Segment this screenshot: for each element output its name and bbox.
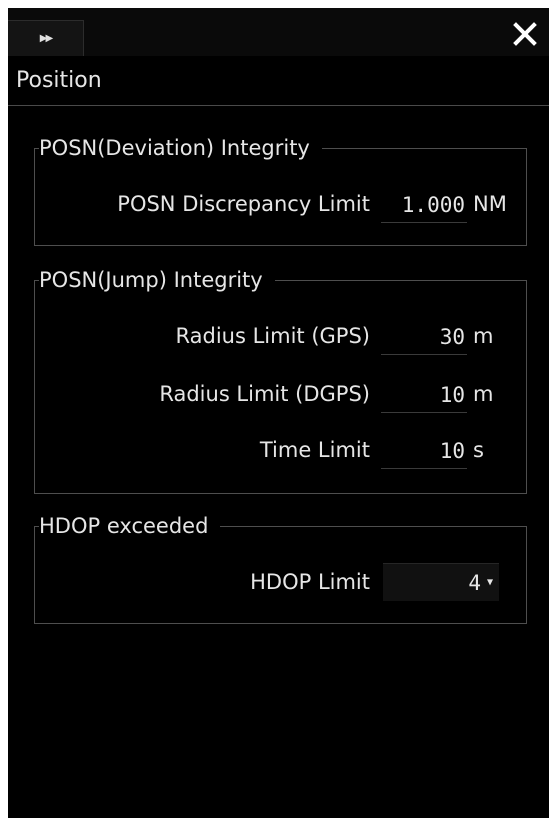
title-bar: ▶▶ xyxy=(8,8,549,56)
position-panel: ▶▶ Position POSN(Deviation) Integrity PO… xyxy=(8,8,549,818)
close-icon xyxy=(513,22,537,46)
title-divider xyxy=(8,105,549,106)
panel-title: Position xyxy=(16,68,102,93)
posn-discrepancy-limit-unit: NM xyxy=(473,192,507,216)
time-limit-input[interactable]: 10 xyxy=(381,433,467,469)
hdop-exceeded-legend: HDOP exceeded xyxy=(39,513,221,539)
hdop-limit-label: HDOP Limit xyxy=(250,570,370,594)
hdop-exceeded-group: HDOP exceeded HDOP Limit 4 ▼ xyxy=(34,513,527,624)
double-chevron-right-icon: ▶▶ xyxy=(39,33,53,44)
radius-limit-dgps-unit: m xyxy=(473,382,494,406)
hdop-limit-select[interactable]: 4 ▼ xyxy=(383,563,499,601)
posn-discrepancy-limit-label: POSN Discrepancy Limit xyxy=(117,192,370,216)
posn-discrepancy-limit-input[interactable]: 1.000 xyxy=(381,187,467,223)
jump-integrity-legend: POSN(Jump) Integrity xyxy=(39,267,275,293)
jump-integrity-group: POSN(Jump) Integrity Radius Limit (GPS) … xyxy=(34,267,527,494)
deviation-integrity-group: POSN(Deviation) Integrity POSN Discrepan… xyxy=(34,135,527,246)
hdop-limit-value: 4 xyxy=(468,570,481,595)
radius-limit-dgps-input[interactable]: 10 xyxy=(381,377,467,413)
deviation-integrity-legend: POSN(Deviation) Integrity xyxy=(39,135,322,161)
close-button[interactable] xyxy=(509,18,541,50)
radius-limit-dgps-label: Radius Limit (DGPS) xyxy=(159,382,370,406)
time-limit-unit: s xyxy=(473,438,484,462)
expand-button[interactable]: ▶▶ xyxy=(8,20,84,56)
radius-limit-gps-input[interactable]: 30 xyxy=(381,319,467,355)
radius-limit-gps-unit: m xyxy=(473,324,494,348)
dropdown-caret-icon: ▼ xyxy=(486,577,493,588)
time-limit-label: Time Limit xyxy=(259,438,370,462)
radius-limit-gps-label: Radius Limit (GPS) xyxy=(175,324,370,348)
